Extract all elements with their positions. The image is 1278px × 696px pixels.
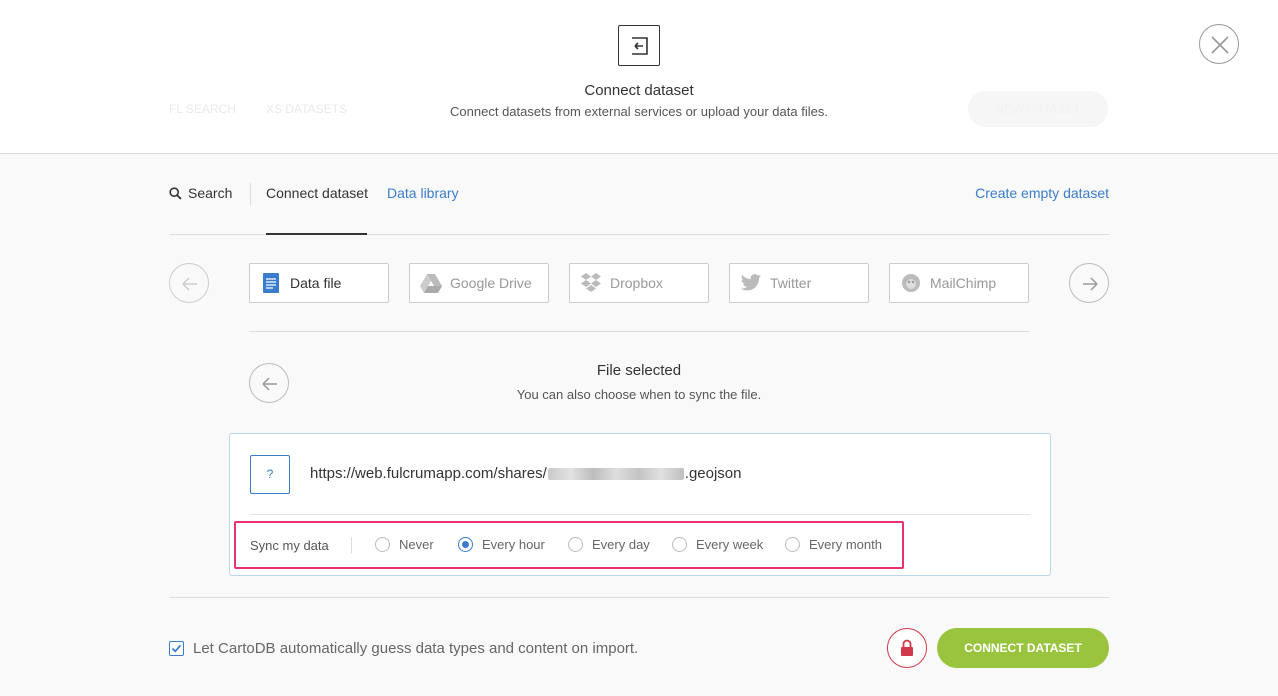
modal-header: FL SEARCH XS DATASETS NEW DATASET Connec… xyxy=(0,0,1278,154)
checkmark-icon xyxy=(171,644,182,653)
close-button[interactable] xyxy=(1199,24,1239,64)
service-label: Google Drive xyxy=(450,275,532,291)
sync-option-every-week[interactable]: Every week xyxy=(672,537,763,552)
redacted-url-segment xyxy=(547,467,684,480)
card-divider xyxy=(250,514,1031,515)
modal-title: Connect dataset xyxy=(584,82,694,99)
service-label: Dropbox xyxy=(610,275,663,291)
privacy-lock-button[interactable] xyxy=(887,628,927,668)
sync-option-every-day[interactable]: Every day xyxy=(568,537,650,552)
service-data-file[interactable]: Data file xyxy=(249,263,389,303)
services-prev-button[interactable] xyxy=(169,263,209,303)
tab-connect-dataset[interactable]: Connect dataset xyxy=(266,185,368,201)
service-label: Data file xyxy=(290,275,342,291)
modal-subtitle: Connect datasets from external services … xyxy=(450,104,828,119)
twitter-icon xyxy=(740,272,762,294)
google-drive-icon xyxy=(420,272,442,294)
radio-button-selected[interactable] xyxy=(458,537,473,552)
sync-option-never[interactable]: Never xyxy=(375,537,434,552)
guess-types-option[interactable]: Let CartoDB automatically guess data typ… xyxy=(169,640,638,657)
close-icon xyxy=(1211,36,1229,54)
dataset-tabs: Search Connect dataset Data library Crea… xyxy=(169,183,1109,235)
guess-types-checkbox[interactable] xyxy=(169,641,184,656)
tab-data-library[interactable]: Data library xyxy=(387,185,459,201)
service-label: Twitter xyxy=(770,275,812,291)
sync-option-every-hour[interactable]: Every hour xyxy=(458,537,545,552)
sync-separator xyxy=(351,537,352,553)
sync-label: Sync my data xyxy=(250,538,329,553)
sync-option-every-month[interactable]: Every month xyxy=(785,537,882,552)
tab-search-label: Search xyxy=(188,185,233,201)
tab-separator xyxy=(250,183,251,205)
connect-dataset-icon xyxy=(618,25,660,66)
lock-icon xyxy=(901,639,913,656)
tab-search[interactable]: Search xyxy=(169,185,232,201)
radio-button[interactable] xyxy=(672,537,687,552)
footer-divider xyxy=(169,597,1109,598)
service-dropbox[interactable]: Dropbox xyxy=(569,263,709,303)
sync-option-label: Every hour xyxy=(482,537,545,552)
sync-options-highlight: Sync my data Never Every hour Every day … xyxy=(234,521,904,569)
arrow-left-icon xyxy=(182,277,197,291)
services-divider xyxy=(249,331,1029,332)
service-twitter[interactable]: Twitter xyxy=(729,263,869,303)
arrow-right-icon xyxy=(1083,277,1098,291)
radio-button[interactable] xyxy=(375,537,390,552)
services-next-button[interactable] xyxy=(1069,263,1109,303)
file-url: https://web.fulcrumapp.com/shares/ .geoj… xyxy=(310,465,742,482)
file-selected-subtitle: You can also choose when to sync the fil… xyxy=(516,387,762,402)
guess-types-label: Let CartoDB automatically guess data typ… xyxy=(193,640,639,657)
document-icon xyxy=(260,272,282,294)
create-empty-dataset-link[interactable]: Create empty dataset xyxy=(975,185,1109,201)
sync-option-label: Every month xyxy=(809,537,882,552)
file-selected-title: File selected xyxy=(596,362,682,379)
sync-option-label: Every day xyxy=(592,537,650,552)
service-label: MailChimp xyxy=(930,275,997,291)
service-google-drive[interactable]: Google Drive xyxy=(409,263,549,303)
radio-button[interactable] xyxy=(785,537,800,552)
sync-option-label: Every week xyxy=(696,537,764,552)
connect-dataset-button[interactable]: CONNECT DATASET xyxy=(937,628,1109,668)
radio-button[interactable] xyxy=(568,537,583,552)
dropbox-icon xyxy=(580,272,602,294)
active-tab-underline xyxy=(266,233,367,235)
service-mailchimp[interactable]: MailChimp xyxy=(889,263,1029,303)
file-type-badge: ? xyxy=(250,455,290,494)
file-url-prefix: https://web.fulcrumapp.com/shares/ xyxy=(310,465,547,482)
file-url-suffix: .geojson xyxy=(684,465,742,482)
search-icon xyxy=(169,186,182,200)
sync-option-label: Never xyxy=(399,537,434,552)
mailchimp-icon xyxy=(900,272,922,294)
